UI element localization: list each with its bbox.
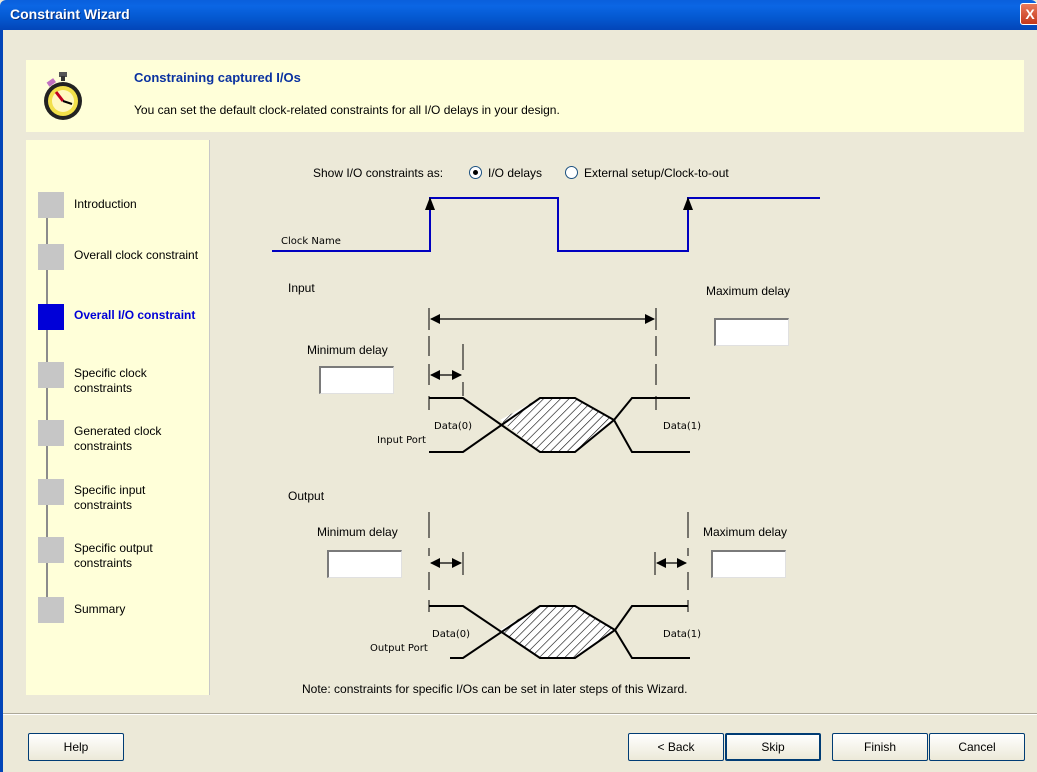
- input-data0-label: Data(0): [434, 421, 473, 432]
- input-max-delay-label: Maximum delay: [706, 284, 791, 298]
- input-guides: [428, 308, 657, 410]
- output-section-label: Output: [288, 489, 325, 503]
- clock-waveform: [272, 197, 820, 252]
- input-section-label: Input: [288, 281, 315, 295]
- output-data0-label: Data(0): [432, 629, 471, 640]
- output-max-delay-field[interactable]: [711, 550, 786, 578]
- output-data1-label: Data(1): [663, 629, 702, 640]
- radio-dot: [473, 170, 478, 175]
- clock-name-label: Clock Name: [281, 236, 341, 247]
- back-button[interactable]: < Back: [628, 733, 724, 761]
- finish-button[interactable]: Finish: [832, 733, 928, 761]
- external-setup-radio[interactable]: [565, 166, 578, 179]
- input-max-delay-field[interactable]: [714, 318, 789, 346]
- output-port-label: Output Port: [370, 643, 428, 654]
- output-min-span-arrow: [430, 558, 462, 568]
- output-min-delay-label: Minimum delay: [317, 525, 398, 539]
- output-min-delay-field[interactable]: [327, 550, 402, 578]
- cancel-button[interactable]: Cancel: [929, 733, 1025, 761]
- input-min-delay-field[interactable]: [319, 366, 394, 394]
- help-button[interactable]: Help: [28, 733, 124, 761]
- io-delays-radio[interactable]: [469, 166, 482, 179]
- note-text: Note: constraints for specific I/Os can …: [302, 682, 688, 696]
- input-max-span-arrow: [430, 314, 655, 324]
- display-mode-prompt: Show I/O constraints as:: [313, 166, 444, 180]
- skip-button[interactable]: Skip: [725, 733, 821, 761]
- button-separator: [3, 713, 1037, 715]
- input-min-span-arrow: [430, 370, 462, 380]
- output-max-span-arrow: [656, 558, 687, 568]
- output-max-delay-label: Maximum delay: [703, 525, 788, 539]
- io-delays-label: I/O delays: [488, 166, 543, 180]
- input-data1-label: Data(1): [663, 421, 702, 432]
- timing-diagram: [272, 197, 820, 659]
- input-port-label: Input Port: [377, 435, 426, 446]
- output-guides: [428, 512, 689, 612]
- external-setup-label: External setup/Clock-to-out: [584, 166, 729, 180]
- input-min-delay-label: Minimum delay: [307, 343, 388, 357]
